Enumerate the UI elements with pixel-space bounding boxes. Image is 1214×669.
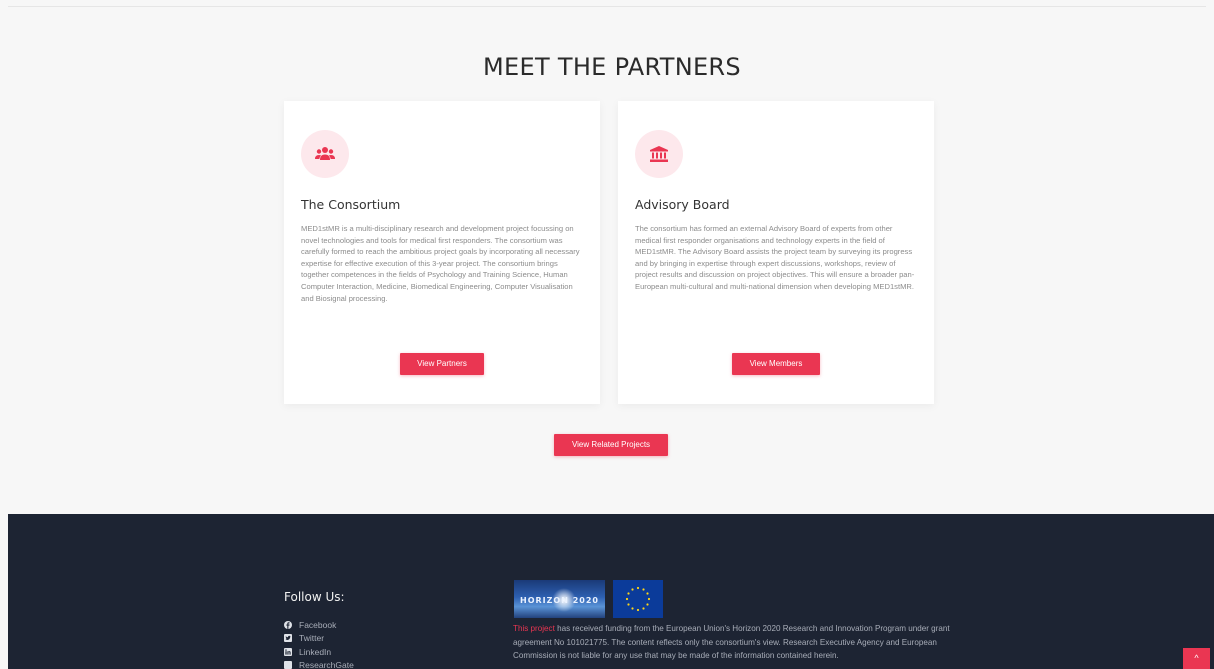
footer: Follow Us: Facebook Twitter LinkedIn Res… [8,514,1214,669]
funding-notice: This project has received funding from t… [513,622,953,663]
eu-flag-logo [613,580,663,618]
card-title: The Consortium [301,197,401,212]
funding-text: has received funding from the European U… [513,624,950,660]
social-label: ResearchGate [299,660,354,669]
chevron-up-icon: ^ [1194,653,1199,663]
institution-icon [635,130,683,178]
social-link-facebook[interactable]: Facebook [284,618,354,632]
linkedin-icon [284,647,292,656]
follow-us-title: Follow Us: [284,590,345,604]
social-label: LinkedIn [299,646,332,657]
social-label: Twitter [299,633,325,644]
social-link-twitter[interactable]: Twitter [284,632,354,646]
advisory-board-card: Advisory Board The consortium has formed… [618,101,934,404]
researchgate-icon [284,661,292,669]
view-related-projects-button[interactable]: View Related Projects [554,434,668,456]
twitter-icon [284,634,292,643]
social-link-linkedin[interactable]: LinkedIn [284,645,354,659]
top-divider [8,6,1206,7]
card-title: Advisory Board [635,197,730,212]
facebook-icon [284,620,292,629]
view-members-button[interactable]: View Members [732,353,820,375]
social-links: Facebook Twitter LinkedIn ResearchGate [284,618,354,669]
consortium-card: The Consortium MED1stMR is a multi-disci… [284,101,600,404]
social-link-researchgate[interactable]: ResearchGate [284,659,354,669]
view-partners-button[interactable]: View Partners [400,353,484,375]
card-description: MED1stMR is a multi-disciplinary researc… [301,224,580,303]
scroll-to-top-button[interactable]: ^ [1183,648,1210,669]
horizon-2020-logo: HORIZON 2020 [514,580,605,618]
social-label: Facebook [299,619,337,630]
horizon-logo-text: HORIZON 2020 [520,596,599,605]
this-project-link[interactable]: This project [513,624,555,633]
section-title: MEET THE PARTNERS [483,53,741,81]
users-icon [301,130,349,178]
card-description: The consortium has formed an external Ad… [635,224,915,291]
